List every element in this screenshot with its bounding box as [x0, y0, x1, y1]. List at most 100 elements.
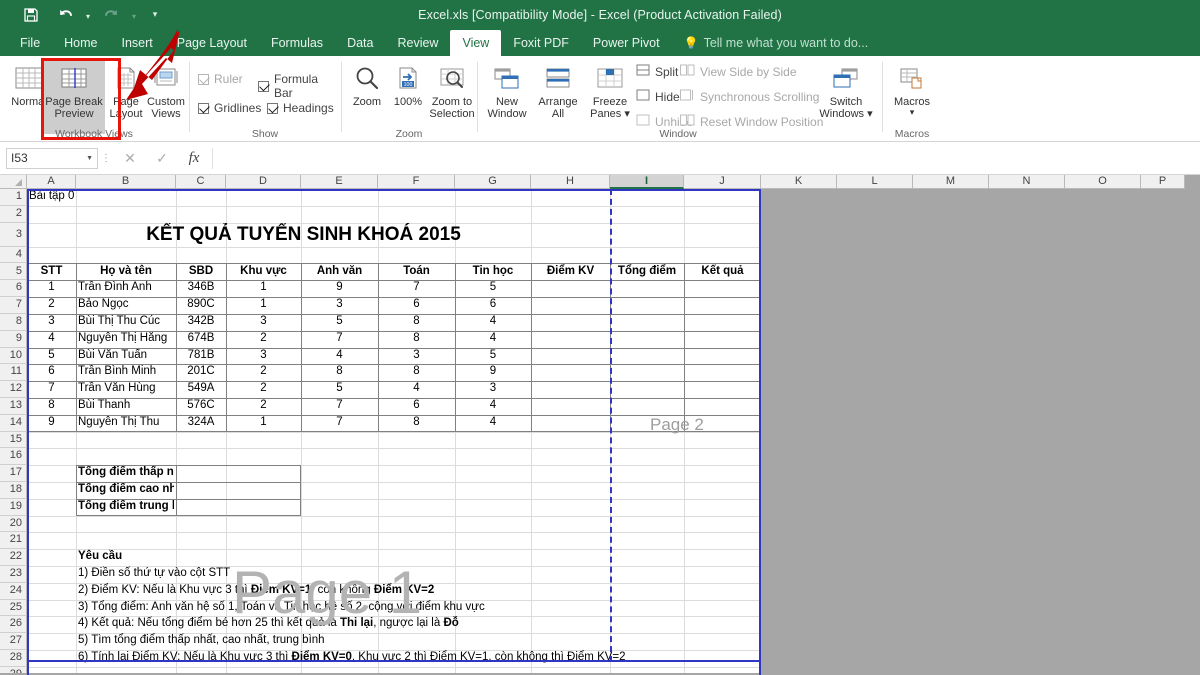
chevron-down-icon[interactable]: ▼ — [86, 155, 93, 162]
cell-border-horizontal — [27, 314, 761, 315]
undo-icon[interactable] — [48, 2, 82, 28]
undo-dropdown-caret[interactable]: ▾ — [82, 2, 94, 28]
tab-formulas[interactable]: Formulas — [259, 30, 335, 56]
row-header-13[interactable]: 13 — [0, 398, 27, 415]
checkbox-formula-bar-box[interactable] — [258, 80, 269, 92]
column-header-f[interactable]: F — [378, 175, 455, 189]
freeze-panes-button[interactable]: Freeze Panes ▾ — [584, 60, 636, 134]
column-header-a[interactable]: A — [27, 175, 76, 189]
tab-file[interactable]: File — [8, 30, 52, 56]
tab-home[interactable]: Home — [52, 30, 109, 56]
checkbox-gridlines[interactable]: Gridlines — [198, 101, 261, 115]
column-header-o[interactable]: O — [1065, 175, 1141, 189]
row-header-25[interactable]: 25 — [0, 599, 27, 617]
macros-button[interactable]: Macros ▾ — [885, 60, 939, 134]
column-header-m[interactable]: M — [913, 175, 989, 189]
tab-power-pivot[interactable]: Power Pivot — [581, 30, 672, 56]
row-header-3[interactable]: 3 — [0, 222, 27, 247]
row-header-27[interactable]: 27 — [0, 633, 27, 650]
column-header-g[interactable]: G — [455, 175, 531, 189]
row-header-8[interactable]: 8 — [0, 314, 27, 331]
checkbox-headings-box[interactable] — [267, 102, 278, 114]
column-header-k[interactable]: K — [761, 175, 837, 189]
row-header-24[interactable]: 24 — [0, 582, 27, 600]
requirement-cell[interactable]: 6) Tính lại Điểm KV: Nếu là Khu vực 3 th… — [78, 650, 778, 667]
requirement-cell[interactable]: 3) Tổng điểm: Anh văn hệ số 1, Toán và T… — [78, 600, 778, 617]
row-header-12[interactable]: 12 — [0, 381, 27, 398]
name-box-resize-handle[interactable]: ⋮ — [98, 153, 114, 164]
new-window-button[interactable]: New Window — [482, 60, 532, 134]
cell-border-vertical — [226, 263, 227, 432]
row-header-15[interactable]: 15 — [0, 431, 27, 449]
row-header-22[interactable]: 22 — [0, 549, 27, 566]
row-header-6[interactable]: 6 — [0, 280, 27, 298]
zoom-to-selection-button[interactable]: Zoom to Selection — [428, 60, 476, 134]
requirement-cell[interactable]: 4) Kết quả: Nếu tổng điểm bé hơn 25 thì … — [78, 616, 778, 633]
requirement-cell[interactable]: 2) Điểm KV: Nếu là Khu vực 3 thì Điểm KV… — [78, 583, 778, 600]
row-header-9[interactable]: 9 — [0, 330, 27, 348]
save-icon[interactable] — [14, 2, 48, 28]
switch-windows-button[interactable]: Switch Windows ▾ — [818, 60, 874, 134]
view-custom-views-label-line2: Views — [151, 108, 181, 120]
zoom-to-selection-label-line1: Zoom to — [431, 96, 473, 108]
column-header-b[interactable]: B — [76, 175, 176, 189]
split-button[interactable]: Split — [636, 64, 678, 79]
checkbox-headings[interactable]: Headings — [267, 101, 334, 115]
cancel-icon[interactable]: ✕ — [114, 150, 146, 167]
row-header-19[interactable]: 19 — [0, 498, 27, 516]
insert-function-icon[interactable]: fx — [178, 150, 210, 167]
print-area-bottom-border[interactable] — [27, 660, 761, 662]
row-header-16[interactable]: 16 — [0, 448, 27, 466]
hide-button[interactable]: Hide — [636, 89, 680, 104]
cell-a1[interactable]: Bài tập 0 — [29, 189, 174, 206]
checkbox-formula-bar[interactable]: Formula Bar — [258, 72, 340, 100]
row-header-5[interactable]: 5 — [0, 263, 27, 281]
row-header-18[interactable]: 18 — [0, 482, 27, 499]
select-all-corner[interactable] — [0, 175, 27, 189]
row-header-26[interactable]: 26 — [0, 616, 27, 634]
row-header-4[interactable]: 4 — [0, 246, 27, 264]
column-header-h[interactable]: H — [531, 175, 610, 189]
column-header-i[interactable]: I — [610, 175, 684, 189]
column-header-e[interactable]: E — [301, 175, 378, 189]
enter-icon[interactable]: ✓ — [146, 150, 178, 167]
requirement-cell[interactable]: 5) Tìm tổng điểm thấp nhất, cao nhất, tr… — [78, 633, 778, 650]
row-header-23[interactable]: 23 — [0, 566, 27, 583]
row-header-17[interactable]: 17 — [0, 465, 27, 482]
tell-me-box[interactable]: 💡 Tell me what you want to do... — [672, 30, 869, 56]
requirement-cell[interactable]: 1) Điền số thứ tự vào cột STT — [78, 566, 778, 583]
row-header-11[interactable]: 11 — [0, 364, 27, 382]
column-header-l[interactable]: L — [837, 175, 913, 189]
zoom-100-button[interactable]: 100 100% — [388, 60, 428, 134]
name-box[interactable]: I53 ▼ — [6, 147, 98, 169]
row-header-21[interactable]: 21 — [0, 532, 27, 550]
column-header-d[interactable]: D — [226, 175, 301, 189]
cell-title[interactable]: KẾT QUẢ TUYỂN SINH KHOÁ 2015 — [78, 223, 529, 247]
checkbox-gridlines-box[interactable] — [198, 102, 209, 114]
row-header-1[interactable]: 1 — [0, 189, 27, 206]
row-header-2[interactable]: 2 — [0, 205, 27, 223]
column-header-n[interactable]: N — [989, 175, 1065, 189]
tab-data[interactable]: Data — [335, 30, 385, 56]
column-header-j[interactable]: J — [684, 175, 761, 189]
row-header-7[interactable]: 7 — [0, 297, 27, 314]
row-header-20[interactable]: 20 — [0, 515, 27, 533]
macros-dropdown-caret[interactable]: ▾ — [910, 106, 915, 118]
zoom-button[interactable]: Zoom — [346, 60, 388, 134]
tab-foxit-pdf[interactable]: Foxit PDF — [501, 30, 581, 56]
column-header-p[interactable]: P — [1141, 175, 1185, 189]
tab-review[interactable]: Review — [385, 30, 450, 56]
column-header-c[interactable]: C — [176, 175, 226, 189]
checkbox-ruler[interactable]: Ruler — [198, 72, 243, 86]
row-header-14[interactable]: 14 — [0, 414, 27, 432]
vertical-scrollbar[interactable] — [1185, 175, 1200, 675]
row-header-10[interactable]: 10 — [0, 347, 27, 365]
checkbox-ruler-box[interactable] — [198, 73, 209, 85]
cell-border-vertical — [378, 263, 379, 432]
page-break-line[interactable] — [610, 189, 612, 662]
formula-input[interactable] — [212, 147, 1200, 169]
group-show-label: Show — [251, 128, 279, 140]
row-header-28[interactable]: 28 — [0, 650, 27, 667]
tab-view[interactable]: View — [450, 30, 502, 56]
arrange-all-button[interactable]: Arrange All — [533, 60, 583, 134]
